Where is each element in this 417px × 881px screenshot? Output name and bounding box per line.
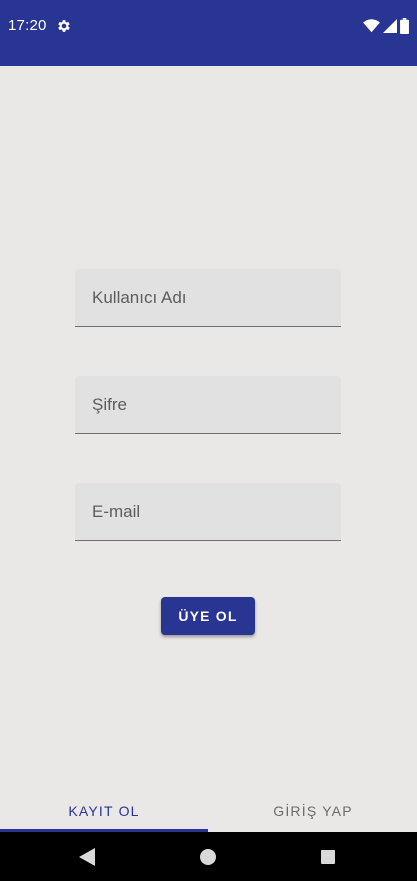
back-button[interactable]: [76, 846, 98, 868]
navigation-bar: [0, 832, 417, 881]
register-button[interactable]: ÜYE OL: [161, 597, 255, 635]
battery-icon: [400, 18, 409, 34]
status-icons: [363, 17, 409, 35]
home-icon: [200, 849, 216, 865]
gear-icon: [58, 20, 70, 32]
username-field[interactable]: Kullanıcı Adı: [75, 269, 341, 327]
wifi-icon: [363, 19, 380, 33]
register-form: Kullanıcı Adı Şifre E-mail ÜYE OL: [0, 66, 417, 790]
app-screen: 17:20 Kullanıcı Adı Şifre E-mail ÜYE OL …: [0, 0, 417, 881]
tab-register[interactable]: KAYIT OL: [0, 790, 208, 832]
password-field[interactable]: Şifre: [75, 376, 341, 434]
tab-login[interactable]: GİRİŞ YAP: [209, 790, 417, 832]
recents-icon: [321, 850, 335, 864]
status-time: 17:20: [8, 17, 47, 34]
home-button[interactable]: [197, 846, 219, 868]
tab-bar: KAYIT OL GİRİŞ YAP: [0, 790, 417, 832]
email-field[interactable]: E-mail: [75, 483, 341, 541]
cell-signal-icon: [383, 19, 397, 33]
status-bar: 17:20: [0, 0, 417, 66]
back-icon: [79, 848, 95, 866]
recents-button[interactable]: [317, 846, 339, 868]
